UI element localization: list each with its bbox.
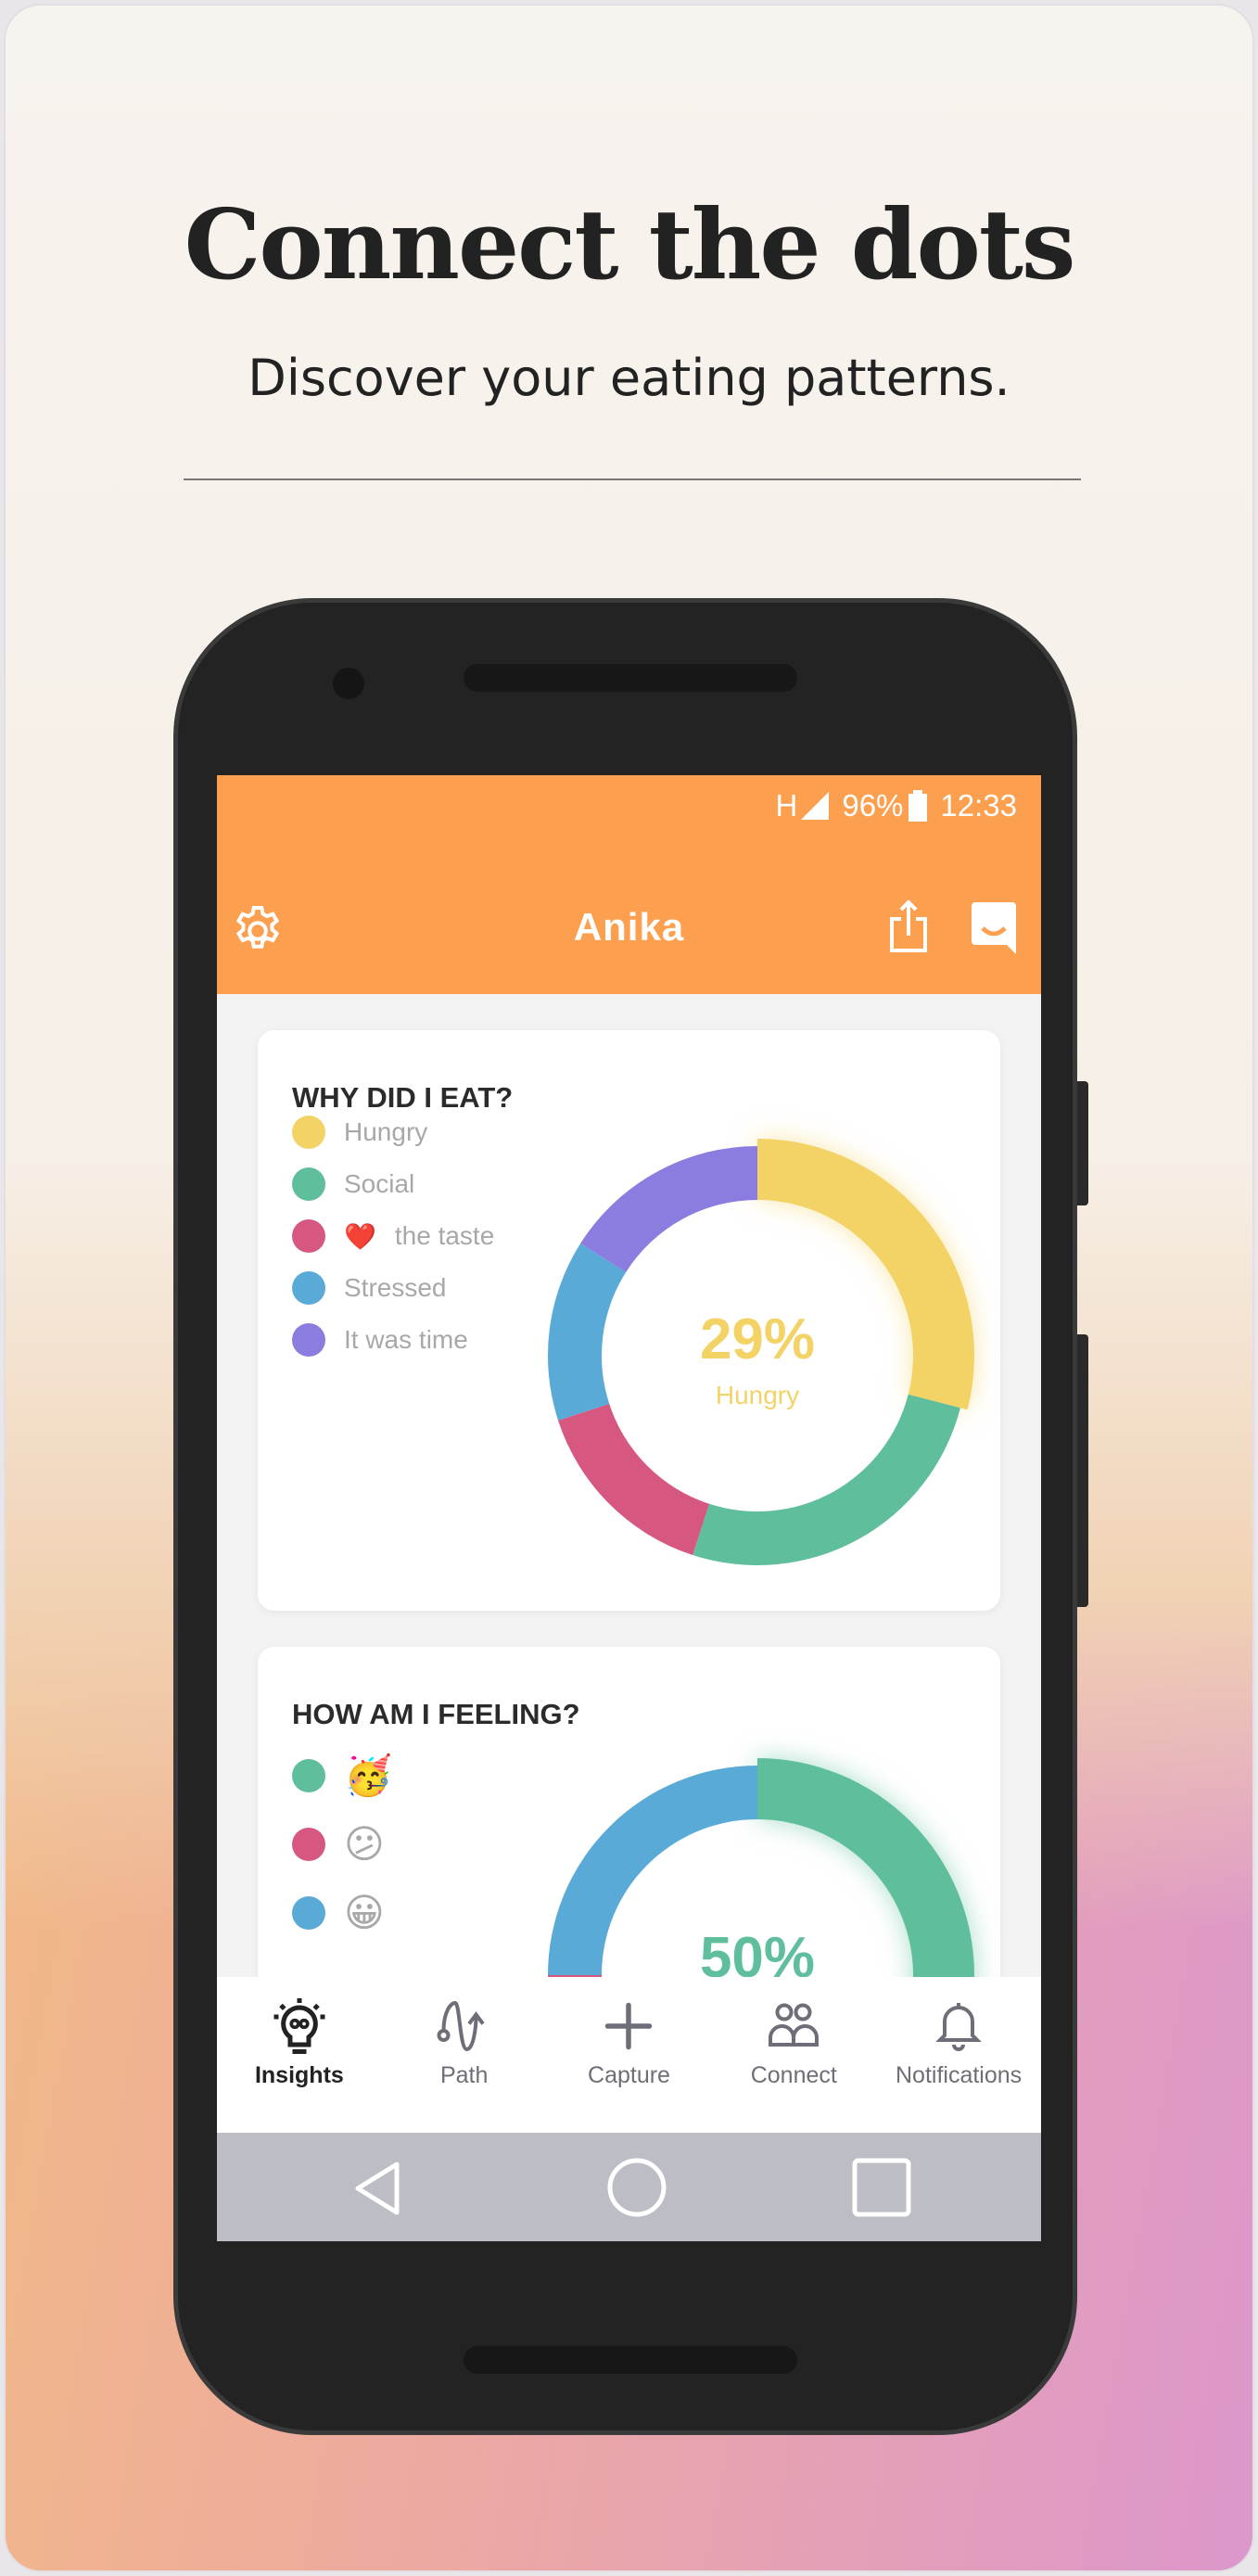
speaker bbox=[464, 664, 797, 692]
path-icon bbox=[437, 2000, 485, 2052]
clock: 12:33 bbox=[940, 788, 1017, 823]
center-value: 29% bbox=[699, 1307, 816, 1371]
bell-icon bbox=[935, 2003, 982, 2051]
people-icon bbox=[769, 2003, 820, 2047]
donut-segment[interactable] bbox=[558, 1403, 710, 1555]
camera bbox=[333, 668, 364, 699]
battery-icon bbox=[909, 790, 928, 822]
lightbulb-icon bbox=[273, 1998, 325, 2054]
system-nav-bar bbox=[217, 2133, 1041, 2241]
battery-percent: 96% bbox=[842, 788, 904, 823]
donut-segment[interactable] bbox=[693, 1394, 960, 1565]
nav-capture[interactable]: Capture bbox=[547, 1977, 712, 2133]
volume-button bbox=[1077, 1081, 1088, 1205]
center-label: Hungry bbox=[715, 1381, 800, 1409]
home-icon[interactable] bbox=[606, 2157, 667, 2218]
network-type: H bbox=[775, 788, 798, 823]
nav-label: Path bbox=[439, 2062, 489, 2088]
back-icon[interactable] bbox=[354, 2161, 400, 2216]
nav-label: Capture bbox=[588, 2062, 670, 2088]
phone-screen: H 96% 12:33 Anika WHY DID I EAT? Hungry S… bbox=[217, 775, 1041, 2241]
subtitle: Discover your eating patterns. bbox=[248, 349, 1010, 407]
bottom-nav: Insights Path Capture Connect Notifications bbox=[217, 1977, 1041, 2133]
chat-icon[interactable] bbox=[972, 901, 1016, 955]
app-bar: H 96% 12:33 Anika bbox=[217, 775, 1041, 994]
nav-insights[interactable]: Insights bbox=[217, 1977, 382, 2133]
plus-icon bbox=[605, 2002, 653, 2050]
recents-icon[interactable] bbox=[851, 2157, 912, 2218]
nav-label: Notifications bbox=[896, 2062, 1023, 2088]
donut-segment[interactable] bbox=[580, 1146, 757, 1272]
nav-path[interactable]: Path bbox=[382, 1977, 547, 2133]
divider bbox=[184, 478, 1081, 480]
why-did-i-eat-card[interactable]: WHY DID I EAT? Hungry Social ❤️ the taste St… bbox=[258, 1030, 1000, 1611]
nav-notifications[interactable]: Notifications bbox=[876, 1977, 1041, 2133]
power-button bbox=[1077, 1334, 1088, 1607]
headline: Connect the dots bbox=[184, 187, 1076, 301]
nav-label: Connect bbox=[750, 2062, 837, 2088]
status-bar: H 96% 12:33 bbox=[776, 788, 1018, 823]
share-icon[interactable] bbox=[886, 898, 931, 955]
header-wave bbox=[217, 979, 1041, 990]
bottom-speaker bbox=[464, 2346, 797, 2374]
nav-label: Insights bbox=[254, 2062, 344, 2088]
nav-connect[interactable]: Connect bbox=[711, 1977, 876, 2133]
donut-segment[interactable] bbox=[548, 1243, 627, 1421]
signal-icon bbox=[801, 792, 830, 820]
